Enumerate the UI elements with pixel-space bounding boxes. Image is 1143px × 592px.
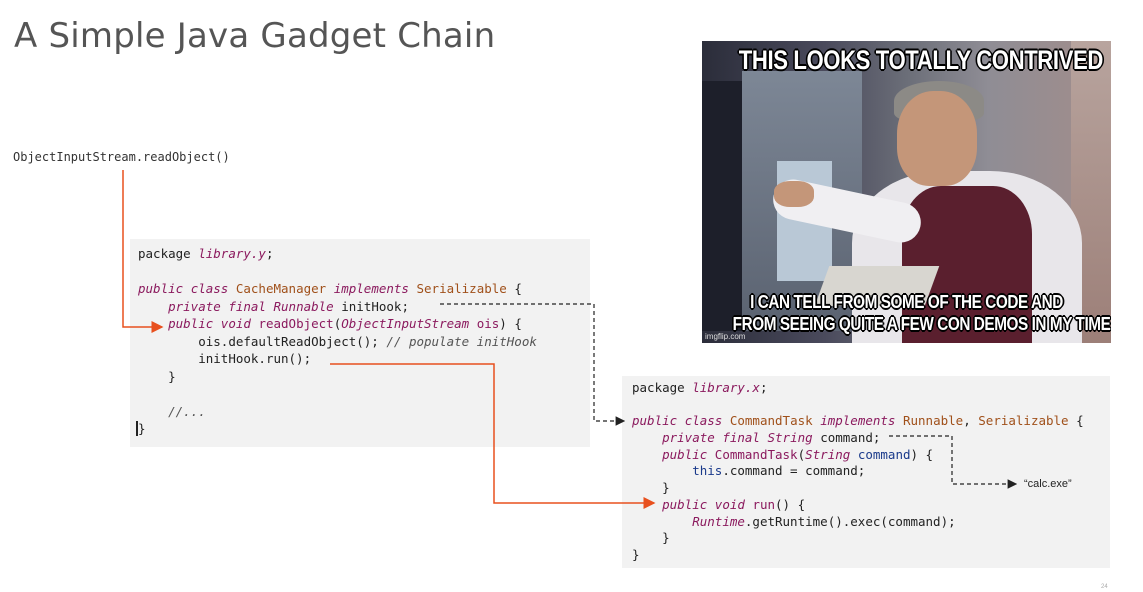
code-line: Runtime.getRuntime().exec(command);	[632, 514, 1110, 531]
code-line: package library.x;	[632, 380, 768, 395]
code-token: ois.defaultReadObject();	[198, 333, 379, 349]
code-line: //...	[138, 403, 590, 421]
code-token: public	[168, 316, 214, 331]
code-token: public	[138, 281, 184, 296]
code-token: ObjectInputStream	[341, 316, 470, 331]
code-token: command	[857, 446, 911, 462]
code-token: String	[767, 430, 813, 446]
code-line: }	[632, 530, 670, 546]
code-token: void	[220, 316, 251, 331]
code-token: initHook.run();	[198, 351, 312, 366]
code-token: void	[714, 496, 745, 512]
meme-bottom-caption-line1: I CAN TELL FROM SOME OF THE CODE AND	[750, 292, 1063, 312]
code-token: command;	[820, 430, 881, 446]
calc-exe-label: “calc.exe”	[1024, 478, 1072, 490]
code-token: CommandTask	[729, 413, 813, 429]
code-token: ois	[476, 316, 500, 331]
code-token: Serializable	[416, 281, 507, 296]
code-token: final	[228, 298, 266, 314]
code-token: CacheManager	[235, 281, 327, 296]
code-token: public	[662, 496, 708, 512]
code-line: }	[138, 368, 176, 384]
code-line: }	[632, 546, 640, 562]
meme-top-caption: THIS LOOKS TOTALLY CONTRIVED	[738, 45, 1104, 75]
code-token: .getRuntime().exec(command);	[744, 513, 956, 529]
code-token: implements	[820, 413, 896, 429]
code-token: Runnable	[273, 298, 334, 314]
meme-bottom-caption-line2: FROM SEEING QUITE A FEW CON DEMOS IN MY …	[732, 314, 1111, 334]
code-token: initHook;	[341, 298, 409, 314]
code-token: class	[684, 413, 723, 429]
code-token: class	[190, 281, 229, 296]
code-line: private final String command;	[632, 430, 1110, 447]
code-line: package library.y;	[138, 246, 274, 261]
page-number: 24	[1101, 584, 1108, 590]
code-token: Runnable	[902, 413, 964, 429]
code-line: private final Runnable initHook;	[138, 298, 590, 316]
code-token: Runtime	[692, 513, 745, 529]
code-token: private	[168, 298, 221, 314]
code-token: private	[662, 430, 715, 446]
code-block-cachemanager: package library.y; public class CacheMan…	[130, 239, 590, 447]
code-token: library.x	[692, 380, 760, 395]
code-block-commandtask: package library.x; public class CommandT…	[622, 376, 1110, 568]
code-token: run	[752, 496, 776, 512]
code-token: this	[692, 463, 723, 479]
slide-title: A Simple Java Gadget Chain	[14, 16, 496, 56]
code-token: package	[138, 246, 191, 261]
code-line: }	[136, 421, 146, 436]
code-comment: // populate initHook	[386, 333, 537, 349]
code-line: public class CommandTask implements Runn…	[632, 413, 1084, 429]
code-token: library.y	[198, 246, 266, 261]
code-token: Serializable	[978, 413, 1069, 429]
meme-hand	[774, 181, 814, 207]
code-token: CommandTask	[714, 446, 798, 462]
code-token: final	[722, 430, 760, 446]
code-token: readObject	[258, 316, 334, 331]
code-line: ois.defaultReadObject(); // populate ini…	[138, 333, 590, 351]
meme-image: THIS LOOKS TOTALLY CONTRIVED I CAN TELL …	[702, 41, 1111, 343]
text-cursor	[136, 421, 138, 436]
code-line: public CommandTask(String command) {	[662, 446, 934, 462]
code-comment: //...	[168, 403, 206, 419]
meme-watermark: imgflip.com	[705, 332, 746, 341]
code-token: package	[632, 380, 685, 395]
entry-point-label: ObjectInputStream.readObject()	[13, 150, 230, 164]
code-token: String	[805, 446, 851, 462]
meme-face	[897, 91, 977, 186]
code-token: implements	[333, 281, 409, 296]
code-line: initHook.run();	[138, 350, 590, 368]
code-line: public class CacheManager implements Ser…	[138, 281, 522, 296]
code-line: public void readObject(ObjectInputStream…	[168, 316, 522, 331]
code-token: public	[632, 413, 678, 429]
code-line: public void run() {	[662, 496, 806, 512]
code-token: .command = command;	[722, 463, 866, 479]
code-token: public	[662, 446, 708, 462]
